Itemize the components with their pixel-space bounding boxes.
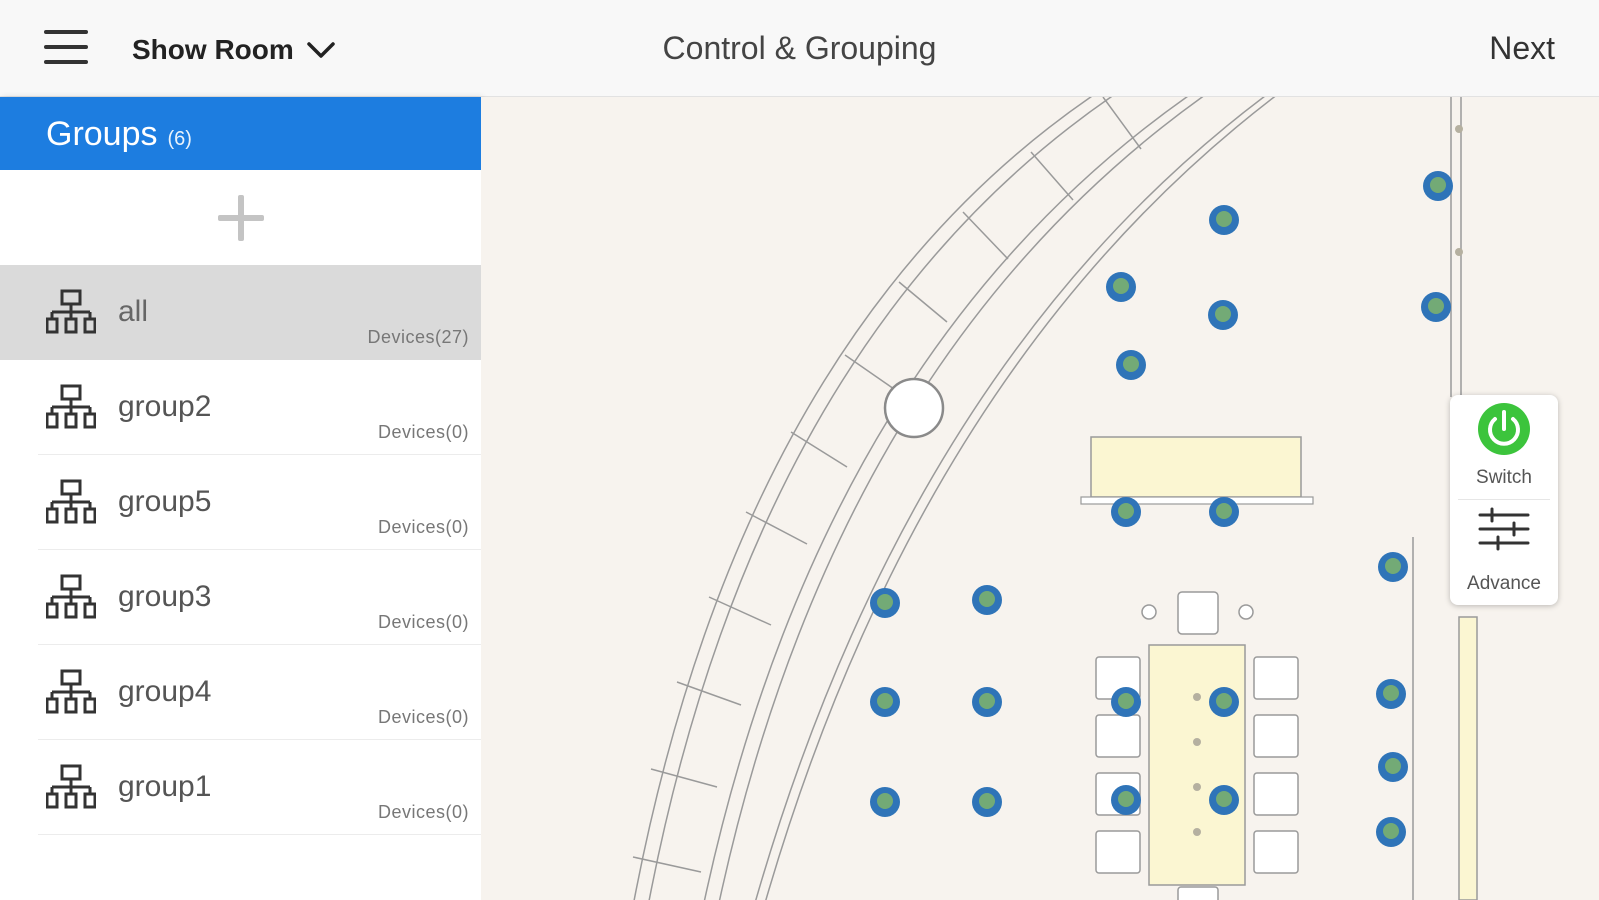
device-marker[interactable] [1106,272,1136,302]
group-device-count: Devices(0) [377,802,469,822]
device-marker[interactable] [1378,552,1408,582]
group-item-group4[interactable]: group4 Devices(0) [0,645,481,740]
group-list: all Devices(27) group2 Devices(0) group5 Devi… [0,265,481,835]
group-device-count: Devices(0) [377,707,469,727]
group-item-group5[interactable]: group5 Devices(0) [0,455,481,550]
power-icon [1478,403,1530,455]
group-tree-icon [45,669,97,715]
group-tree-icon [45,384,97,430]
device-marker[interactable] [1376,817,1406,847]
device-marker[interactable] [1111,497,1141,527]
device-marker[interactable] [1209,205,1239,235]
group-tree-icon [45,764,97,810]
room-name: Show Room [132,34,294,65]
row-divider [38,834,481,835]
group-device-count: Devices(27) [367,327,469,347]
device-marker[interactable] [972,787,1002,817]
chevron-down-icon [307,42,335,58]
device-marker[interactable] [972,585,1002,615]
advance-button[interactable]: Advance [1450,501,1558,605]
device-marker[interactable] [1378,752,1408,782]
group-name: group1 [118,770,212,803]
advance-label: Advance [1467,573,1541,594]
group-tree-icon [45,289,97,335]
device-marker[interactable] [1111,687,1141,717]
group-name: group3 [118,580,212,613]
switch-button[interactable]: Switch [1450,395,1558,499]
group-name: group4 [118,675,212,708]
add-group-button[interactable] [0,170,481,265]
device-marker[interactable] [1209,687,1239,717]
group-device-count: Devices(0) [377,517,469,537]
device-marker[interactable] [972,687,1002,717]
group-name: all [118,295,149,328]
group-tree-icon [45,479,97,525]
device-marker[interactable] [1116,350,1146,380]
panel-divider [1458,499,1550,500]
device-marker[interactable] [1209,497,1239,527]
top-bar: Show Room Control & Grouping Next [0,0,1599,97]
group-item-all[interactable]: all Devices(27) [0,265,481,360]
groups-count: (6) [167,128,192,150]
plus-icon [217,194,264,241]
groups-sidebar: Groups (6) all Devices(27) group2 Devices(0… [0,97,481,900]
group-item-group2[interactable]: group2 Devices(0) [0,360,481,455]
device-marker[interactable] [1111,785,1141,815]
group-item-group1[interactable]: group1 Devices(0) [0,740,481,835]
room-selector[interactable]: Show Room [132,30,336,70]
group-name: group2 [118,390,212,423]
floor-plan [481,97,1599,900]
menu-icon[interactable] [44,30,88,68]
device-marker[interactable] [1421,292,1451,322]
device-marker[interactable] [1423,171,1453,201]
device-marker[interactable] [1376,679,1406,709]
device-marker[interactable] [1209,785,1239,815]
group-item-group3[interactable]: group3 Devices(0) [0,550,481,645]
device-marker[interactable] [870,687,900,717]
switch-label: Switch [1476,467,1532,488]
next-button[interactable]: Next [1489,30,1555,67]
control-panel: Switch Advance [1450,395,1558,605]
floor-plan-map[interactable] [481,97,1599,900]
group-tree-icon [45,574,97,620]
sliders-icon [1478,507,1530,551]
groups-title: Groups [46,115,158,153]
device-marker[interactable] [870,787,900,817]
group-device-count: Devices(0) [377,612,469,632]
device-marker[interactable] [1208,300,1238,330]
device-marker[interactable] [870,588,900,618]
group-device-count: Devices(0) [377,422,469,442]
group-name: group5 [118,485,212,518]
groups-header: Groups (6) [0,97,481,170]
